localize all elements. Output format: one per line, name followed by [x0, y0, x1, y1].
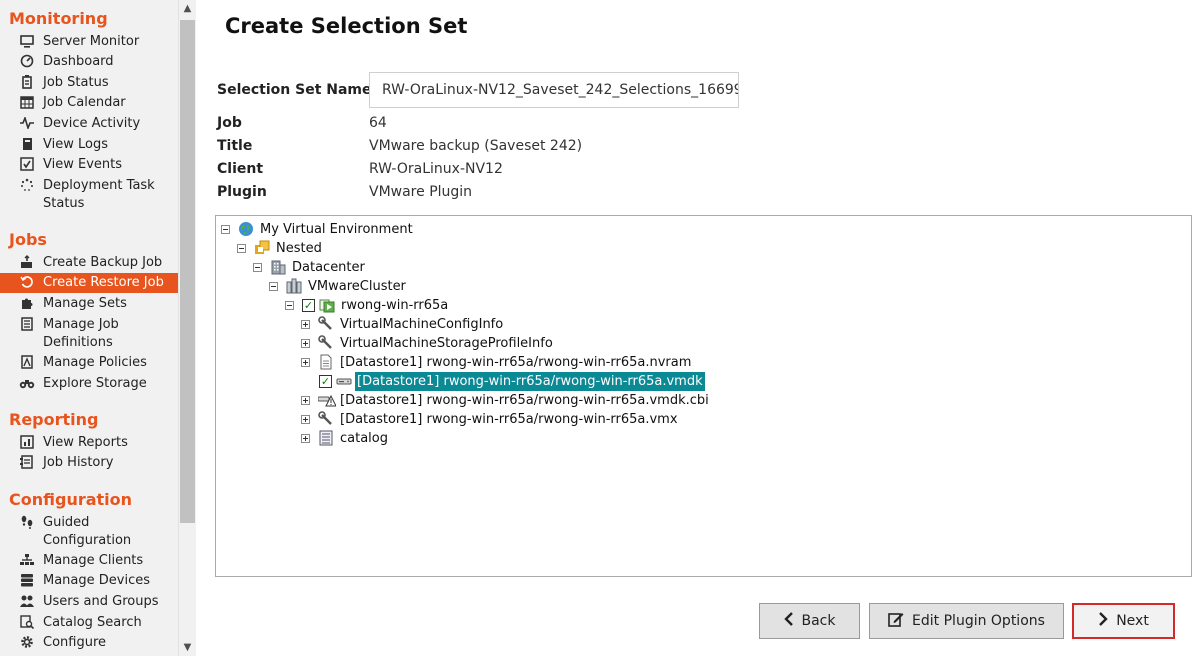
nav-guided-configuration[interactable]: Guided Configuration [0, 513, 178, 551]
tree-checkbox[interactable]: ✓ [302, 299, 315, 312]
nav-configure[interactable]: Configure [0, 633, 178, 653]
sidebar: Monitoring Server Monitor Dashboard Job … [0, 0, 178, 656]
back-button[interactable]: Back [759, 603, 860, 639]
wrench-icon [318, 335, 334, 351]
restore-icon [19, 274, 35, 290]
client-label: Client [217, 161, 264, 177]
sidebar-scrollbar[interactable]: ▲ ▼ [178, 0, 196, 656]
nav-manage-sets[interactable]: Manage Sets [0, 294, 178, 314]
spinner-dots-icon [19, 177, 35, 193]
expand-toggle-icon[interactable] [301, 358, 310, 367]
edit-pencil-icon [888, 611, 904, 631]
expand-toggle-icon[interactable] [301, 434, 310, 443]
nav-users-and-groups[interactable]: Users and Groups [0, 592, 178, 612]
footsteps-icon [19, 514, 35, 530]
catalog-icon [318, 430, 334, 446]
disk-icon [336, 373, 352, 389]
job-label: Job [217, 115, 242, 131]
collapse-toggle-icon[interactable] [237, 244, 246, 253]
nav-view-reports[interactable]: View Reports [0, 433, 178, 453]
vm-icon [319, 297, 335, 313]
section-reporting: Reporting [9, 410, 99, 429]
collapse-toggle-icon[interactable] [285, 301, 294, 310]
expand-toggle-icon[interactable] [301, 339, 310, 348]
nav-manage-devices[interactable]: Manage Devices [0, 571, 178, 591]
title-label: Title [217, 138, 253, 154]
calendar-icon [19, 94, 35, 110]
nav-create-restore-job[interactable]: Create Restore Job [0, 273, 178, 293]
wrench-icon [318, 411, 334, 427]
nav-server-monitor[interactable]: Server Monitor [0, 32, 178, 52]
collapse-toggle-icon[interactable] [269, 282, 278, 291]
collapse-toggle-icon[interactable] [253, 263, 262, 272]
scroll-thumb[interactable] [180, 20, 195, 523]
clients-network-icon [19, 552, 35, 568]
nav-deployment-task-status[interactable]: Deployment Task Status [0, 176, 178, 214]
report-icon [19, 434, 35, 450]
selection-set-name-label: Selection Set Name [217, 82, 372, 98]
nav-view-logs[interactable]: View Logs [0, 135, 178, 155]
gear-icon [19, 634, 35, 650]
collapse-toggle-icon[interactable] [221, 225, 230, 234]
tree-checkbox[interactable]: ✓ [319, 375, 332, 388]
file-icon [318, 354, 334, 370]
section-jobs: Jobs [9, 230, 47, 249]
client-value: RW-OraLinux-NV12 [369, 161, 503, 177]
nav-manage-policies[interactable]: Manage Policies [0, 353, 178, 373]
selection-set-name-input[interactable] [369, 72, 739, 108]
policy-icon [19, 354, 35, 370]
history-icon [19, 454, 35, 470]
nav-manage-job-definitions[interactable]: Manage Job Definitions [0, 315, 178, 353]
nav-create-backup-job[interactable]: Create Backup Job [0, 253, 178, 273]
puzzle-icon [19, 295, 35, 311]
activity-pulse-icon [19, 115, 35, 131]
scroll-down-arrow-icon[interactable]: ▼ [182, 642, 193, 653]
server-rack-icon [19, 572, 35, 588]
binoculars-icon [19, 375, 35, 391]
log-book-icon [19, 136, 35, 152]
disk-warning-icon [317, 392, 337, 408]
datacenter-icon [270, 259, 286, 275]
chevron-left-icon [783, 612, 794, 630]
job-status-icon [19, 74, 35, 90]
edit-plugin-options-button[interactable]: Edit Plugin Options [869, 603, 1064, 639]
vcenter-icon [254, 240, 270, 256]
page-title: Create Selection Set [225, 14, 468, 38]
nav-job-history[interactable]: Job History [0, 453, 178, 473]
chevron-right-icon [1098, 612, 1108, 630]
main-panel: Create Selection Set Selection Set Name … [196, 0, 1203, 656]
next-button[interactable]: Next [1072, 603, 1175, 639]
list-document-icon [19, 316, 35, 332]
events-check-icon [19, 156, 35, 172]
monitor-icon [19, 33, 35, 49]
nav-view-events[interactable]: View Events [0, 155, 178, 175]
nav-dashboard[interactable]: Dashboard [0, 52, 178, 72]
backup-icon [19, 254, 35, 270]
nav-job-calendar[interactable]: Job Calendar [0, 93, 178, 113]
section-configuration: Configuration [9, 490, 133, 509]
scroll-up-arrow-icon[interactable]: ▲ [182, 3, 193, 14]
expand-toggle-icon[interactable] [301, 320, 310, 329]
nav-explore-storage[interactable]: Explore Storage [0, 374, 178, 394]
nav-catalog-search[interactable]: Catalog Search [0, 613, 178, 633]
section-monitoring: Monitoring [9, 9, 108, 28]
nav-manage-clients[interactable]: Manage Clients [0, 551, 178, 571]
wrench-icon [318, 316, 334, 332]
catalog-search-icon [19, 614, 35, 630]
selection-tree: My Virtual Environment Nested Datacenter… [215, 215, 1192, 577]
job-value: 64 [369, 115, 387, 131]
title-value: VMware backup (Saveset 242) [369, 138, 583, 154]
expand-toggle-icon[interactable] [301, 396, 310, 405]
nav-job-status[interactable]: Job Status [0, 73, 178, 93]
plugin-label: Plugin [217, 184, 267, 200]
cluster-icon [286, 278, 302, 294]
users-icon [19, 593, 35, 609]
plugin-value: VMware Plugin [369, 184, 473, 200]
nav-device-activity[interactable]: Device Activity [0, 114, 178, 134]
globe-icon [238, 221, 254, 237]
dashboard-gauge-icon [19, 53, 35, 69]
expand-toggle-icon[interactable] [301, 415, 310, 424]
